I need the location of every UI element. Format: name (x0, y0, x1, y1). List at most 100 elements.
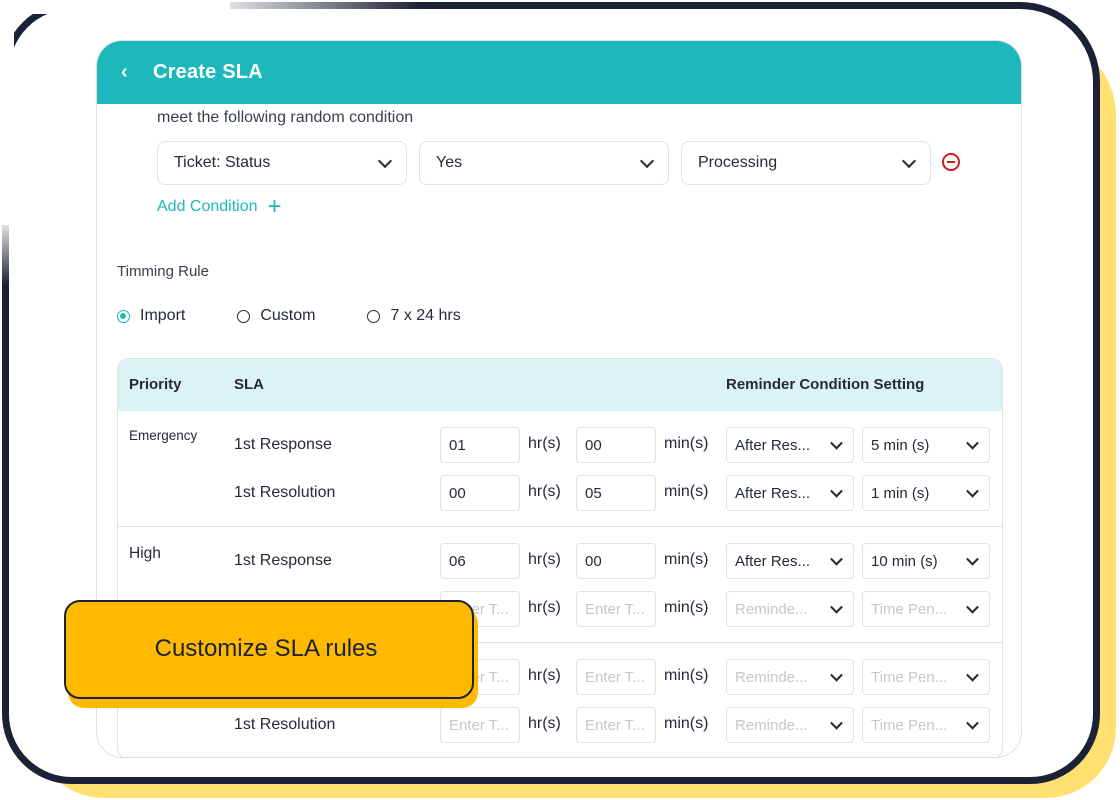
frame-fade (200, 0, 420, 9)
select-value: Processing (698, 154, 778, 171)
condition-value-select[interactable]: Processing (681, 141, 931, 185)
radio-label: Custom (260, 307, 316, 324)
chevron-left-icon[interactable]: ‹ (121, 61, 141, 84)
column-header-sla: SLA (234, 376, 264, 393)
hours-unit: hr(s) (528, 435, 561, 452)
chevron-down-icon (966, 716, 979, 730)
reminder-select[interactable]: Reminde... (726, 591, 854, 627)
reminder-select[interactable]: Reminde... (726, 659, 854, 695)
table-row: 1st Resolution Enter T... hr(s) Enter T.… (118, 707, 1002, 743)
select-value: Time Pen... (871, 600, 948, 618)
minutes-input[interactable]: Enter T... (576, 707, 656, 743)
chevron-down-icon (901, 153, 917, 169)
time-period-select[interactable]: 10 min (s) (862, 543, 990, 579)
select-value: Time Pen... (871, 716, 948, 734)
timing-rule-label: Timming Rule (117, 263, 209, 280)
reminder-select[interactable]: After Res... (726, 543, 854, 579)
add-condition-button[interactable]: Add Condition + (157, 193, 282, 220)
customize-sla-badge: Customize SLA rules (64, 600, 474, 699)
hours-input[interactable]: Enter T... (440, 707, 520, 743)
radio-unchecked-icon (367, 309, 381, 323)
sla-name: 1st Response (234, 436, 332, 453)
minutes-input[interactable]: 00 (576, 427, 656, 463)
sla-name: 1st Resolution (234, 716, 336, 733)
badge-label: Customize SLA rules (154, 634, 378, 662)
card-header: ‹ Create SLA (97, 41, 1021, 104)
chevron-down-icon (830, 668, 843, 682)
select-value: Reminde... (735, 716, 808, 734)
condition-intro: meet the following random condition (157, 109, 414, 126)
table-row: 1st Resolution 00 hr(s) 05 min(s) After … (118, 475, 1002, 511)
minutes-unit: min(s) (664, 551, 709, 568)
minutes-unit: min(s) (664, 715, 709, 732)
select-value: After Res... (735, 436, 811, 454)
time-period-select[interactable]: Time Pen... (862, 659, 990, 695)
hours-unit: hr(s) (528, 667, 561, 684)
table-row: 1st Response 06 hr(s) 00 min(s) After Re… (118, 543, 1002, 579)
chevron-down-icon (830, 484, 843, 498)
reminder-select[interactable]: Reminde... (726, 707, 854, 743)
page-title: Create SLA (153, 61, 263, 83)
reminder-select[interactable]: After Res... (726, 475, 854, 511)
priority-group: Emergency 1st Response 01 hr(s) 00 min(s… (118, 411, 1002, 527)
select-value: Yes (436, 154, 463, 171)
select-value: Reminde... (735, 600, 808, 618)
chevron-down-icon (966, 436, 979, 450)
select-value: After Res... (735, 484, 811, 502)
table-header: Priority SLA Reminder Condition Setting (118, 359, 1002, 411)
chevron-down-icon (639, 153, 655, 169)
radio-label: 7 x 24 hrs (390, 307, 461, 324)
minutes-input[interactable]: 00 (576, 543, 656, 579)
plus-icon: + (267, 193, 282, 220)
add-condition-label: Add Condition (157, 198, 258, 215)
time-period-select[interactable]: Time Pen... (862, 591, 990, 627)
hours-unit: hr(s) (528, 483, 561, 500)
radio-7x24[interactable]: 7 x 24 hrs (367, 307, 461, 325)
chevron-down-icon (966, 668, 979, 682)
time-period-select[interactable]: Time Pen... (862, 707, 990, 743)
time-period-select[interactable]: 5 min (s) (862, 427, 990, 463)
frame-mask (0, 0, 14, 225)
hours-input[interactable]: 06 (440, 543, 520, 579)
minutes-unit: min(s) (664, 667, 709, 684)
minutes-input[interactable]: Enter T... (576, 659, 656, 695)
hours-input[interactable]: 00 (440, 475, 520, 511)
minus-circle-icon[interactable] (942, 153, 960, 171)
chevron-down-icon (966, 600, 979, 614)
hours-unit: hr(s) (528, 551, 561, 568)
select-value: Time Pen... (871, 668, 948, 686)
minutes-unit: min(s) (664, 599, 709, 616)
select-value: 10 min (s) (871, 552, 938, 570)
hours-input[interactable]: 01 (440, 427, 520, 463)
minutes-input[interactable]: 05 (576, 475, 656, 511)
sla-name: 1st Resolution (234, 484, 336, 501)
select-value: Reminde... (735, 668, 808, 686)
minutes-unit: min(s) (664, 435, 709, 452)
radio-unchecked-icon (237, 309, 251, 323)
column-header-reminder: Reminder Condition Setting (726, 376, 925, 393)
chevron-down-icon (377, 153, 393, 169)
chevron-down-icon (830, 600, 843, 614)
column-header-priority: Priority (129, 376, 182, 393)
chevron-down-icon (966, 484, 979, 498)
radio-label: Import (140, 307, 186, 324)
radio-custom[interactable]: Custom (237, 307, 315, 325)
chevron-down-icon (966, 552, 979, 566)
time-period-select[interactable]: 1 min (s) (862, 475, 990, 511)
chevron-down-icon (830, 552, 843, 566)
select-value: After Res... (735, 552, 811, 570)
hours-unit: hr(s) (528, 715, 561, 732)
radio-checked-icon (117, 309, 130, 323)
minutes-unit: min(s) (664, 483, 709, 500)
reminder-select[interactable]: After Res... (726, 427, 854, 463)
select-value: 1 min (s) (871, 484, 930, 502)
chevron-down-icon (830, 716, 843, 730)
minutes-input[interactable]: Enter T... (576, 591, 656, 627)
frame-mask (0, 0, 230, 14)
condition-operator-select[interactable]: Yes (419, 141, 669, 185)
timing-rule-radio-group: Import Custom 7 x 24 hrs (117, 307, 513, 325)
hours-unit: hr(s) (528, 599, 561, 616)
sla-name: 1st Response (234, 552, 332, 569)
radio-import[interactable]: Import (117, 307, 185, 325)
condition-field-select[interactable]: Ticket: Status (157, 141, 407, 185)
